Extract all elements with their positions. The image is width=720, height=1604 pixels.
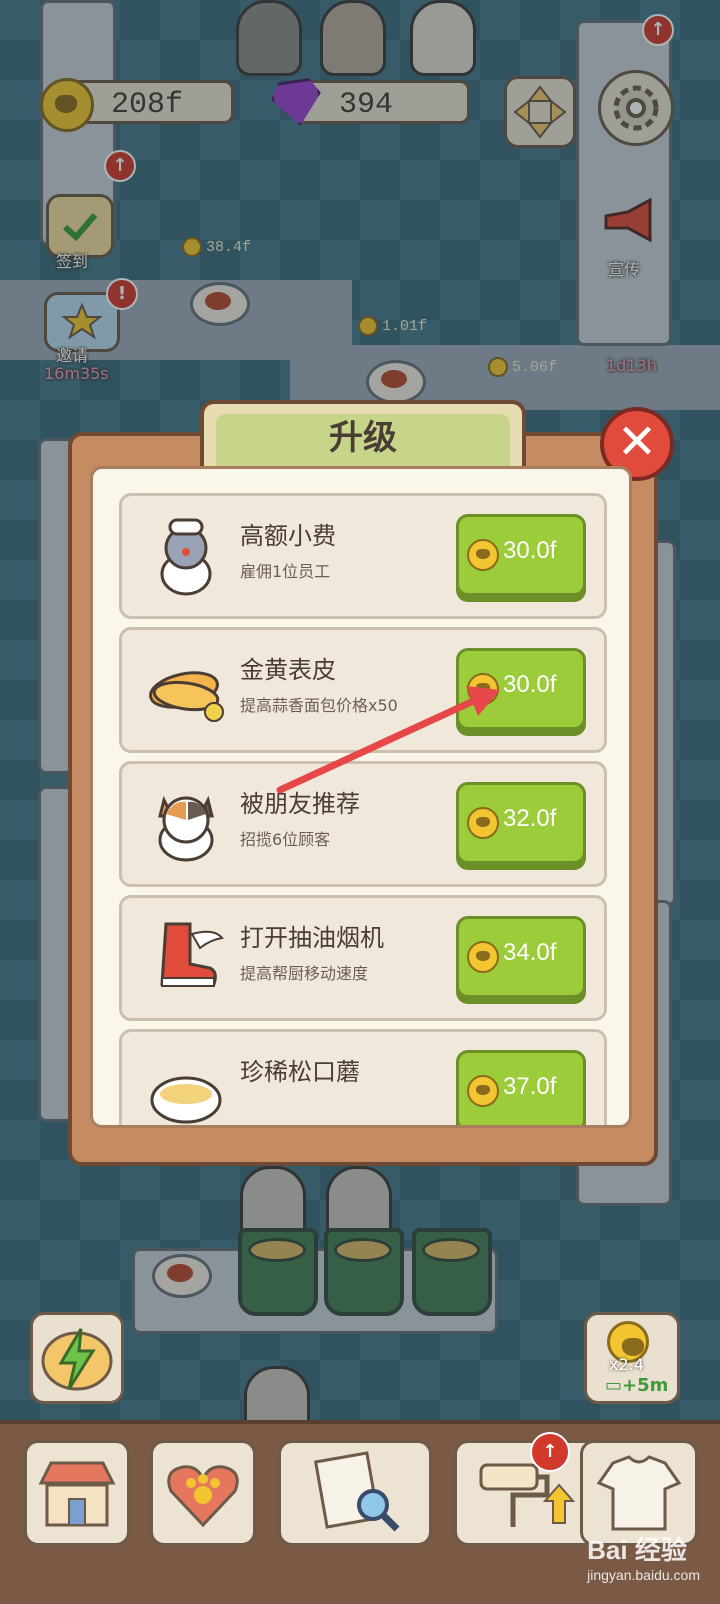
price-label: 32.0f <box>503 805 557 832</box>
nav-recipes-button[interactable] <box>278 1440 432 1546</box>
dialog-title: 升级 <box>329 418 397 458</box>
upgrade-desc: 雇佣1位员工 <box>240 562 331 581</box>
watermark-url: jingyan.baidu.com <box>587 1567 700 1583</box>
price-label: 37.0f <box>503 1073 557 1100</box>
price-label: 30.0f <box>503 671 557 698</box>
coin-icon <box>467 941 499 973</box>
upgrade-title: 打开抽油烟机 <box>240 924 384 952</box>
coin-icon <box>467 1075 499 1107</box>
heart-paw-icon <box>167 1465 239 1528</box>
upgrade-title: 高额小费 <box>240 522 336 550</box>
upgrade-item: 打开抽油烟机 提高帮厨移动速度 34.0f <box>119 895 607 1021</box>
upgrade-item: 珍稀松口蘑 37.0f <box>119 1029 607 1125</box>
upgrade-alert-icon: ↑ <box>530 1432 570 1472</box>
coin-icon <box>467 807 499 839</box>
winged-boot-icon <box>160 922 224 987</box>
magnifier-paper-icon <box>313 1451 400 1532</box>
buy-button[interactable]: 34.0f <box>456 916 586 998</box>
watermark-brand: Bai 经验 <box>587 1535 687 1565</box>
buy-button[interactable]: 37.0f <box>456 1050 586 1125</box>
nav-favorites-button[interactable] <box>150 1440 256 1546</box>
buy-button[interactable]: 30.0f <box>456 514 586 596</box>
calico-cat-icon <box>158 795 214 862</box>
tv-icon: ▭ <box>605 1375 623 1396</box>
soup-bowl-icon <box>150 1076 222 1124</box>
baidu-watermark: Bai 经验 jingyan.baidu.com <box>587 1530 700 1583</box>
storefront-icon <box>38 1461 116 1527</box>
price-label: 30.0f <box>503 537 557 564</box>
upgrade-title: 珍稀松口蘑 <box>240 1058 360 1086</box>
tshirt-icon <box>596 1455 682 1531</box>
nav-shop-button[interactable] <box>24 1440 130 1546</box>
upgrade-item: 高额小费 雇佣1位员工 30.0f <box>119 493 607 619</box>
ad-video-label: ▭+5m <box>605 1375 669 1396</box>
boost-multiplier: x2.4 <box>609 1355 644 1374</box>
speed-boost-button[interactable] <box>30 1312 124 1404</box>
price-label: 34.0f <box>503 939 557 966</box>
lightning-icon <box>41 1328 113 1391</box>
dialog-title-tab: 升级 <box>200 400 526 474</box>
upgrade-desc: 招揽6位顾客 <box>240 830 331 849</box>
chef-cat-icon <box>160 518 212 596</box>
upgrade-desc: 提高帮厨移动速度 <box>240 964 369 983</box>
coin-icon <box>467 539 499 571</box>
income-boost-button[interactable]: x2.4 ▭+5m <box>584 1312 680 1404</box>
bread-icon <box>149 671 224 722</box>
annotation-arrow <box>276 686 500 794</box>
